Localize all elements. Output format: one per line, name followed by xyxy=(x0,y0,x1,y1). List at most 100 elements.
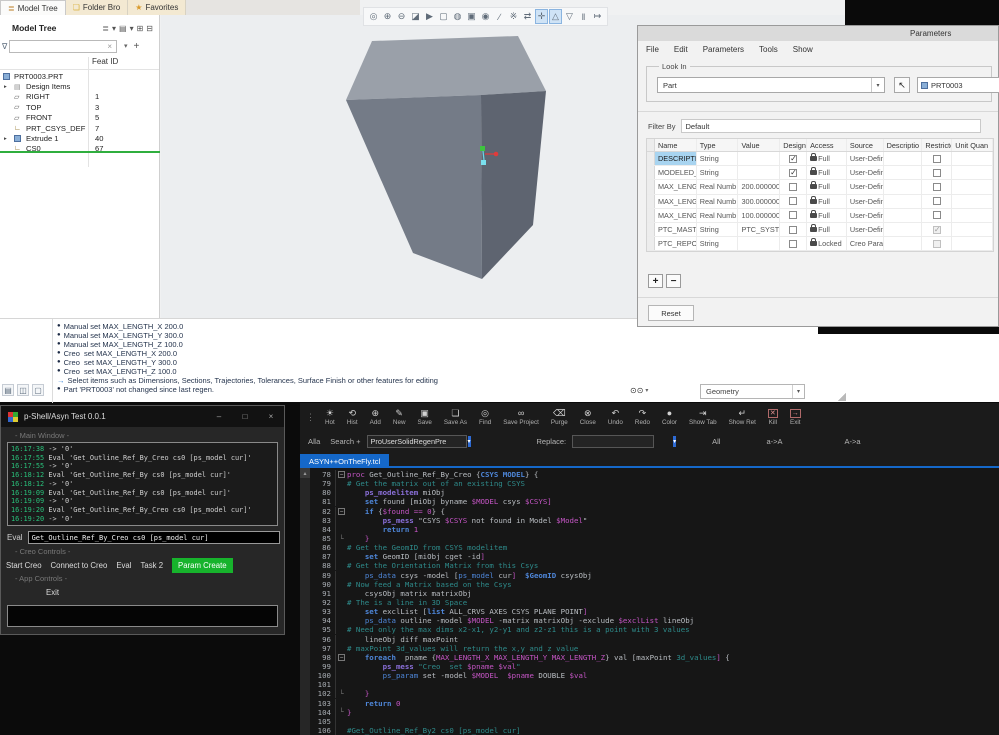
param-row-descriptio[interactable]: DESCRIPTIOStringFullUser-Defin xyxy=(647,152,993,166)
look-in-dropdown-icon[interactable]: ▾ xyxy=(871,78,884,92)
tree-item-top[interactable]: ▱TOP3 xyxy=(0,102,159,112)
restricted-cell[interactable] xyxy=(922,180,952,193)
unit-cell[interactable] xyxy=(952,237,993,250)
unit-cell[interactable] xyxy=(952,223,993,236)
replace-input[interactable] xyxy=(573,437,673,446)
unit-cell[interactable] xyxy=(952,195,993,208)
annotations-icon[interactable]: ※ xyxy=(507,9,520,24)
designate-checkbox[interactable] xyxy=(789,240,797,248)
expand-arrow-icon[interactable]: ▸ xyxy=(4,84,7,90)
expand-arrow-icon[interactable]: ▸ xyxy=(4,136,7,142)
purge-button[interactable]: ⌫Purge xyxy=(545,403,574,431)
minimize-button[interactable]: – xyxy=(206,412,232,421)
save-project-button[interactable]: ∞Save Project xyxy=(497,403,545,431)
row-selector[interactable] xyxy=(647,180,655,193)
tab-folder-browser[interactable]: ❏Folder Bro xyxy=(66,0,129,15)
designate-cell[interactable] xyxy=(780,237,807,250)
param-description-cell[interactable] xyxy=(884,237,923,250)
restricted-cell[interactable] xyxy=(922,209,952,222)
param-source-cell[interactable]: User-Defin xyxy=(847,166,884,179)
access-cell[interactable]: Full xyxy=(807,180,847,193)
search-combo[interactable]: ▾ xyxy=(367,435,467,448)
menu-file[interactable]: File xyxy=(646,45,659,54)
param-source-cell[interactable]: User-Defin xyxy=(847,209,884,222)
param-row-ptc_mast[interactable]: PTC_MASTStringPTC_SYSTE FullUser-Defin xyxy=(647,223,993,237)
column-header-unit quan[interactable]: Unit Quan xyxy=(952,139,993,151)
add-button[interactable]: ⊕Add xyxy=(364,403,387,431)
save-as-button[interactable]: ❏Save As xyxy=(438,403,473,431)
datum-display-icon[interactable]: ∕ xyxy=(493,9,506,24)
param-value-cell[interactable] xyxy=(738,152,780,165)
filter-funnel-icon[interactable]: ∇ xyxy=(2,42,7,51)
show-tab-button[interactable]: ⇥Show Tab xyxy=(683,403,723,431)
column-header-type[interactable]: Type xyxy=(697,139,739,151)
row-selector[interactable] xyxy=(647,195,655,208)
tree-header-icon-3[interactable]: ▾ xyxy=(130,24,134,33)
reset-button[interactable]: Reset xyxy=(648,305,694,321)
fold-marker[interactable]: − xyxy=(336,508,347,515)
refit-icon[interactable]: ◎ xyxy=(367,9,380,24)
param-row-max_leng[interactable]: MAX_LENGReal Numb100.000000FullUser-Defi… xyxy=(647,209,993,223)
param-value-cell[interactable]: 300.000000 xyxy=(738,195,780,208)
restricted-checkbox[interactable] xyxy=(933,211,941,219)
task-2-button[interactable]: Task 2 xyxy=(141,561,164,570)
param-name-cell[interactable]: PTC_MAST xyxy=(655,223,697,236)
designate-checkbox[interactable] xyxy=(789,155,797,163)
close-button[interactable]: × xyxy=(258,412,284,421)
param-source-cell[interactable]: User-Defin xyxy=(847,223,884,236)
row-selector[interactable] xyxy=(647,166,655,179)
restricted-cell[interactable] xyxy=(922,223,952,236)
tab-favorites[interactable]: ★Favorites xyxy=(128,0,186,15)
param-description-cell[interactable] xyxy=(884,209,923,222)
close-button[interactable]: ⊗Close xyxy=(574,403,602,431)
param-type-cell[interactable]: Real Numb xyxy=(697,180,739,193)
redo-button[interactable]: ↷Redo xyxy=(629,403,656,431)
fold-collapse-icon[interactable]: − xyxy=(338,508,345,515)
menu-parameters[interactable]: Parameters xyxy=(703,45,744,54)
param-value-cell[interactable]: PTC_SYSTE xyxy=(738,223,780,236)
search-input[interactable] xyxy=(368,437,468,446)
access-cell[interactable]: Full xyxy=(807,209,847,222)
fold-collapse-icon[interactable]: − xyxy=(338,654,345,661)
designate-checkbox[interactable] xyxy=(789,226,797,234)
designate-checkbox[interactable] xyxy=(789,183,797,191)
column-header-descriptio[interactable]: Descriptio xyxy=(884,139,923,151)
tab-model-tree[interactable]: ≣Model Tree xyxy=(0,0,66,15)
perspective-icon[interactable]: ◍ xyxy=(451,9,464,24)
fold-marker[interactable]: − xyxy=(336,654,347,661)
find-tool[interactable]: ⊙⊙ ▾ xyxy=(630,386,648,395)
replace-all-button[interactable]: All xyxy=(712,437,720,446)
param-description-cell[interactable] xyxy=(884,195,923,208)
param-name-cell[interactable]: MAX_LENG xyxy=(655,195,697,208)
param-type-cell[interactable]: String xyxy=(697,166,739,179)
fold-marker[interactable]: − xyxy=(336,471,347,478)
find-button[interactable]: ◎Find xyxy=(473,403,497,431)
status-icon-2[interactable]: ▢ xyxy=(32,384,44,396)
tree-header-icon-1[interactable]: ▾ xyxy=(112,24,116,33)
column-header-designate[interactable]: Designate xyxy=(780,139,807,151)
remove-parameter-button[interactable]: − xyxy=(666,274,681,288)
unit-cell[interactable] xyxy=(952,166,993,179)
param-value-cell[interactable]: 200.000000 xyxy=(738,180,780,193)
param-type-cell[interactable]: String xyxy=(697,152,739,165)
datum-planes-icon[interactable]: ▽ xyxy=(563,9,576,24)
tree-item-prt-csys-def[interactable]: ∟PRT_CSYS_DEF7 xyxy=(0,123,159,133)
access-cell[interactable]: Full xyxy=(807,152,847,165)
menu-show[interactable]: Show xyxy=(793,45,813,54)
param-name-cell[interactable]: MODELED_ xyxy=(655,166,697,179)
access-cell[interactable]: Full xyxy=(807,223,847,236)
designate-cell[interactable] xyxy=(780,152,807,165)
param-source-cell[interactable]: User-Defin xyxy=(847,180,884,193)
param-type-cell[interactable]: String xyxy=(697,223,739,236)
param-name-cell[interactable]: MAX_LENG xyxy=(655,209,697,222)
lowercase-to-uppercase-button[interactable]: a->A xyxy=(766,437,782,446)
dialog-title-bar[interactable]: Parameters xyxy=(638,26,998,41)
designate-cell[interactable] xyxy=(780,209,807,222)
shading-icon[interactable]: ▶ xyxy=(423,9,436,24)
designate-checkbox[interactable] xyxy=(789,169,797,177)
param-name-cell[interactable]: PTC_REPOR xyxy=(655,237,697,250)
clear-filter-icon[interactable]: × xyxy=(107,42,112,51)
param-name-cell[interactable]: MAX_LENG xyxy=(655,180,697,193)
match-case-toggle[interactable]: A‖a xyxy=(308,437,320,446)
left-scrollbar[interactable]: ▴ xyxy=(300,468,310,735)
